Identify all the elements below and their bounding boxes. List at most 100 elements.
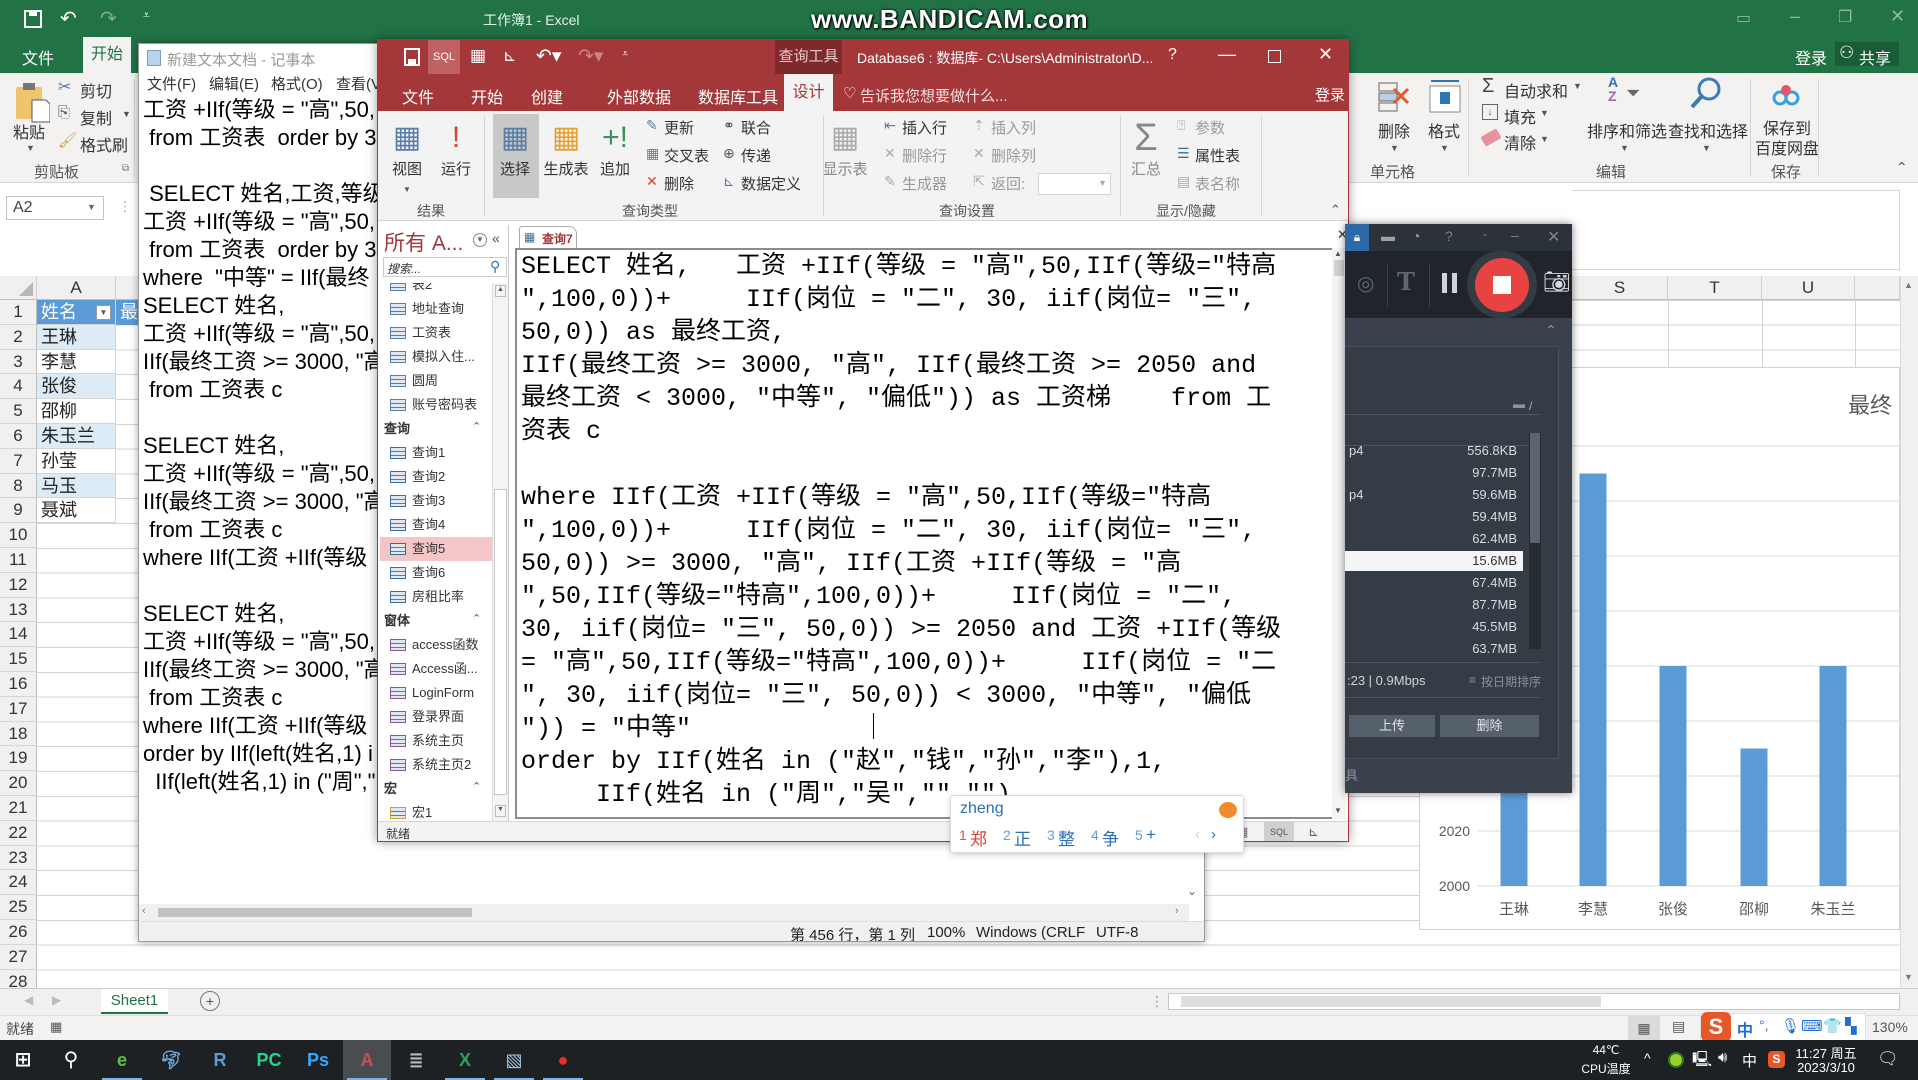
microphone-icon[interactable]: 🎙 [1781, 1017, 1800, 1035]
tab-4[interactable]: 数据库工具 [698, 84, 778, 108]
maximize-icon[interactable] [1268, 50, 1281, 63]
undo-icon[interactable]: ↶ [60, 6, 77, 31]
row-header[interactable]: 25 [0, 895, 37, 920]
scroll-right-icon[interactable]: › [1175, 905, 1179, 917]
maximize-icon[interactable]: ❐ [1838, 7, 1852, 27]
hscroll-thumb[interactable] [158, 908, 472, 917]
candidate-1[interactable]: 郑 [970, 825, 987, 850]
nav-item[interactable]: 查询6 [380, 561, 492, 585]
nav-item[interactable]: 系统主页 [380, 729, 492, 753]
row-header[interactable]: 14 [0, 622, 37, 648]
file-row[interactable]: p4 59.6MB [1345, 485, 1523, 505]
tab-1[interactable]: 开始 [471, 84, 503, 108]
cell-a2[interactable]: 王琳 [37, 324, 116, 350]
sogou-tray-icon[interactable]: S [1768, 1051, 1785, 1068]
ime-chinese-mode[interactable]: 中 [1737, 1017, 1753, 1040]
delete_rows-button[interactable]: 删除行 [902, 145, 947, 166]
run-button[interactable]: 运行 [432, 158, 480, 179]
row-header[interactable]: 1 [0, 300, 37, 325]
column-header-u[interactable]: U [1762, 276, 1855, 300]
name-box[interactable]: A2 ▼ [6, 196, 104, 220]
nav-item[interactable]: 房租比率 [380, 585, 492, 609]
pycharm-icon[interactable]: PC [245, 1040, 293, 1080]
nav-item[interactable]: 表2 [380, 283, 492, 297]
scroll-up-icon[interactable]: ▲ [1334, 249, 1342, 258]
cell-a4[interactable]: 张俊 [37, 374, 116, 400]
bar-邵柳[interactable] [1740, 748, 1768, 887]
cell-a9[interactable]: 聂斌 [37, 498, 116, 524]
copy-dropdown-icon[interactable]: ▼ [122, 109, 131, 119]
nav-item[interactable]: 地址查询 [380, 297, 492, 321]
row-header[interactable]: 21 [0, 796, 37, 821]
start-button[interactable]: ⊞ [0, 1040, 47, 1080]
folder-icon[interactable]: ▬ [1381, 228, 1395, 244]
union-button[interactable]: 联合 [741, 117, 771, 138]
format-cells-button[interactable]: 格式 [1428, 118, 1460, 142]
notepad-hscrollbar[interactable]: ‹ › [139, 904, 1189, 921]
crosstab-button[interactable]: 交叉表 [664, 145, 709, 166]
sort-by-date-button[interactable]: 按日期排序 [1481, 673, 1541, 690]
row-header[interactable]: 7 [0, 448, 37, 474]
cursor-effect-icon[interactable]: ◎ [1357, 271, 1374, 296]
clear-button[interactable]: 清除 [1504, 130, 1536, 154]
nav-menu-dropdown-icon[interactable]: ▼ [473, 233, 487, 247]
totals-button[interactable]: 汇总 [1122, 158, 1170, 179]
delete-dropdown-icon[interactable]: ▼ [1390, 143, 1399, 153]
show-hidden-icons[interactable]: ^ [1644, 1050, 1651, 1066]
scroll-down-icon[interactable]: ▼ [1334, 806, 1342, 815]
candidate-number[interactable]: 4 [1091, 827, 1099, 843]
zoom-level[interactable]: 130% [1872, 1019, 1908, 1035]
file-row[interactable]: p4 556.8KB [1345, 441, 1523, 461]
mysql-workbench-icon[interactable]: 🐬︎ [147, 1040, 195, 1080]
r-icon[interactable]: R [196, 1040, 244, 1080]
normal-view-icon[interactable]: ▦ [1628, 1016, 1660, 1040]
nav-item[interactable]: 圆周 [380, 369, 492, 393]
redo-icon[interactable]: ↷ [100, 6, 117, 31]
nav-search-input[interactable]: 搜索... ⚲ [383, 257, 507, 277]
data_definition-button[interactable]: 数据定义 [741, 173, 801, 194]
sql-view-button[interactable]: SQL [1264, 822, 1294, 841]
row-header[interactable]: 24 [0, 870, 37, 896]
nav-item[interactable]: 查询5 [380, 537, 492, 561]
network-icon[interactable]: 🖳︎ [1692, 1049, 1712, 1074]
dialog-launcher-icon[interactable]: ⧉ [122, 163, 129, 174]
sogou-mascot-icon[interactable] [1219, 802, 1237, 818]
database-icon[interactable]: ≣ [392, 1040, 440, 1080]
tab-file[interactable]: 文件 [22, 45, 54, 69]
notepad-icon[interactable]: ▧ [490, 1040, 538, 1080]
nav-item[interactable]: 系统主页2 [380, 753, 492, 777]
input-language[interactable]: 中 [1742, 1050, 1757, 1071]
row-header[interactable]: 27 [0, 944, 37, 970]
collapse-group-icon[interactable]: ⌃ [472, 420, 481, 433]
customize-qat-icon[interactable]: ⩡ [622, 48, 628, 61]
login-link[interactable]: 登录 [1795, 45, 1827, 69]
nav-item[interactable]: 模拟入住... [380, 345, 492, 369]
nav-pane-header[interactable]: 所有 A... [384, 227, 463, 257]
append-button[interactable]: 追加 [591, 158, 639, 179]
column-header-s[interactable]: S [1572, 276, 1668, 300]
search-icon[interactable]: ⚲ [490, 258, 500, 275]
candidate-4[interactable]: 争 [1102, 825, 1119, 850]
builder-button[interactable]: 生成器 [902, 173, 947, 194]
table_names-button[interactable]: 表名称 [1195, 173, 1240, 194]
scroll-down-icon[interactable]: ⌄ [1187, 884, 1197, 898]
row-header[interactable]: 8 [0, 473, 37, 499]
clear-dropdown-icon[interactable]: ▼ [1540, 134, 1549, 144]
collapse-group-icon[interactable]: ⌃ [472, 780, 481, 793]
tab-home[interactable]: 开始 [83, 37, 131, 73]
row-header[interactable]: 16 [0, 672, 37, 697]
candidate-3[interactable]: 整 [1058, 825, 1075, 850]
row-header[interactable]: 12 [0, 572, 37, 598]
bar-张俊[interactable] [1659, 666, 1687, 886]
delete-cells-button[interactable]: 删除 [1378, 118, 1410, 142]
file-row[interactable]: 97.7MB [1345, 463, 1523, 483]
scroll-up-icon[interactable]: ▲ [495, 285, 506, 297]
select-all-corner[interactable] [0, 276, 37, 300]
nav-item[interactable]: 账号密码表 [380, 393, 492, 417]
view-button[interactable]: 视图 [383, 158, 431, 179]
save-icon[interactable] [404, 48, 420, 66]
select-button[interactable]: 选择 [491, 158, 539, 179]
customize-qat-icon[interactable]: ⩡ [143, 8, 150, 23]
row-header[interactable]: 5 [0, 399, 37, 424]
file-row[interactable]: 67.4MB [1345, 573, 1523, 593]
